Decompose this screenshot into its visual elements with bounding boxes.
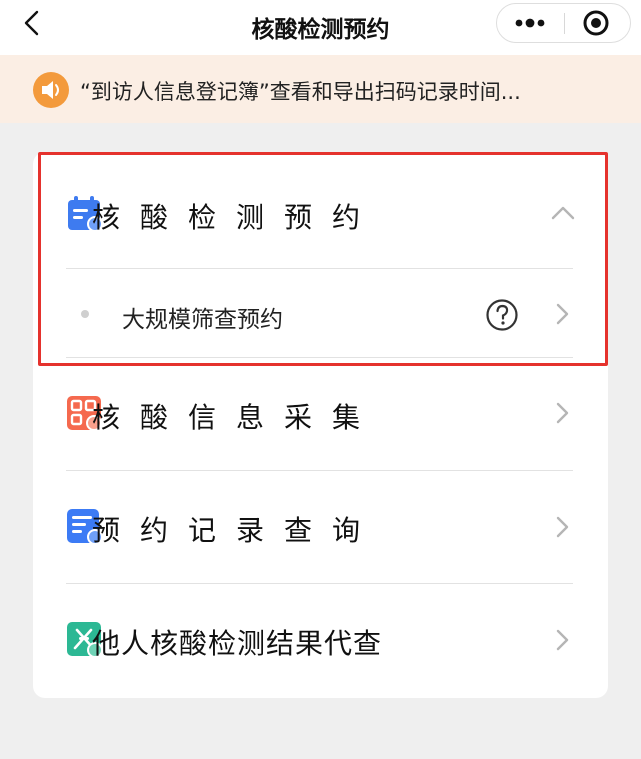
menu-item-label: 他人核酸检测结果代查: [92, 627, 383, 660]
sub-item-label: 大规模筛查预约: [122, 307, 283, 333]
chevron-right-icon[interactable]: [552, 628, 572, 652]
chevron-right-icon[interactable]: [552, 515, 572, 539]
mini-program-capsule: [496, 3, 631, 43]
more-dots-icon[interactable]: [497, 4, 564, 42]
notice-text[interactable]: “到访人信息登记簿”查看和导出扫码记录时间...: [80, 76, 620, 106]
speaker-icon: [33, 72, 69, 108]
navigation-bar: 核酸检测预约: [0, 0, 641, 55]
divider: [66, 268, 573, 269]
menu-item-label: 预约记录查询: [92, 514, 381, 547]
menu-item-label: 核酸信息采集: [92, 401, 381, 434]
chevron-up-icon[interactable]: [550, 203, 576, 223]
sub-item-mass-screening[interactable]: [33, 270, 608, 358]
chevron-right-icon[interactable]: [552, 302, 572, 326]
menu-item-label: 核酸检测预约: [92, 201, 381, 234]
bullet-dot: [81, 310, 89, 318]
target-close-icon[interactable]: [565, 4, 631, 42]
chevron-right-icon[interactable]: [552, 401, 572, 425]
question-icon[interactable]: [485, 298, 519, 332]
